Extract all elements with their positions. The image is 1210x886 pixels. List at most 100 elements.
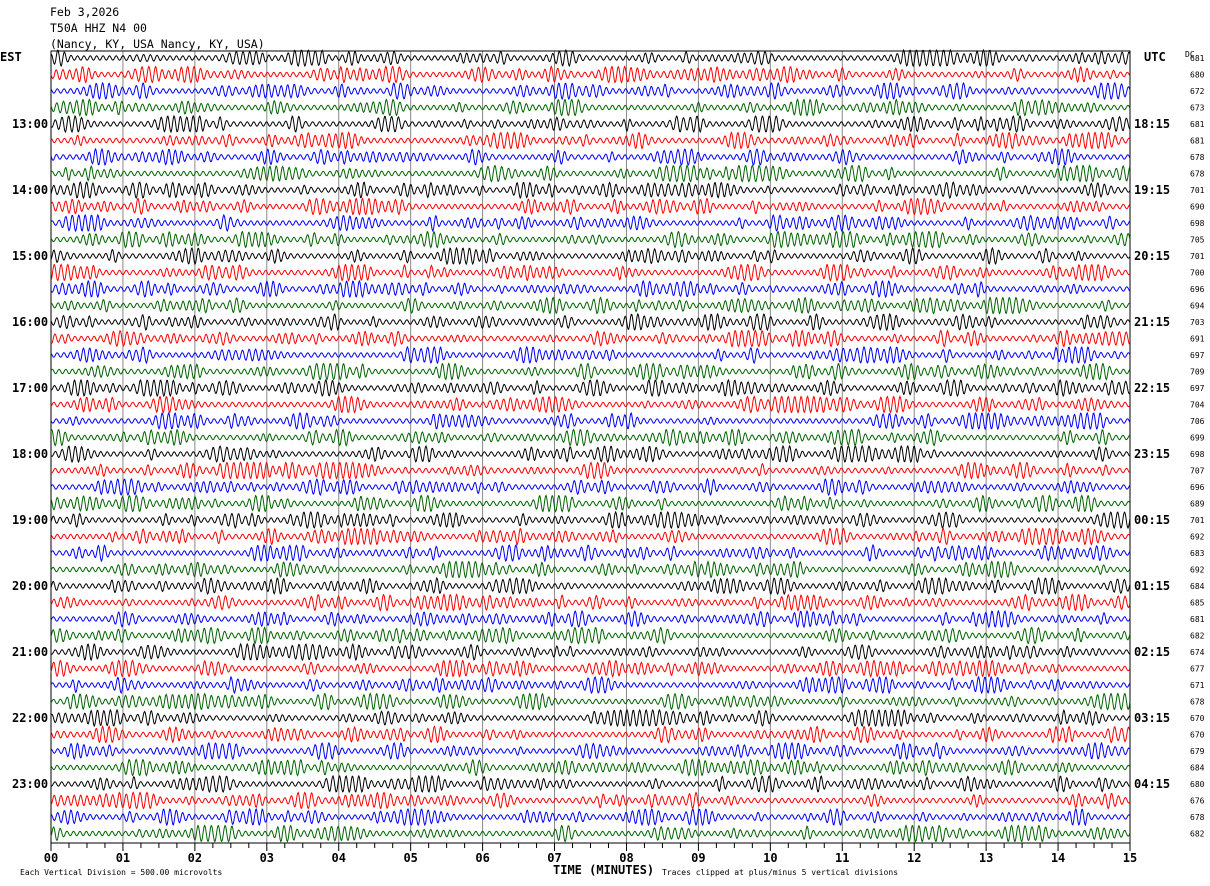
dc-value: 679 <box>1190 747 1205 756</box>
seismic-trace <box>50 741 1131 761</box>
scale-note: Each Vertical Division = 500.00 microvol… <box>20 868 222 877</box>
seismic-trace <box>50 477 1131 497</box>
clip-note: Traces clipped at plus/minus 5 vertical … <box>662 868 898 877</box>
dc-value: 676 <box>1190 797 1205 806</box>
dc-value: 682 <box>1190 632 1205 641</box>
seismic-trace <box>50 692 1131 711</box>
seismic-trace <box>50 675 1131 695</box>
dc-value: 694 <box>1190 302 1205 311</box>
seismic-trace <box>50 213 1131 233</box>
est-hour-label: 23:00 <box>12 777 48 791</box>
dc-value: 698 <box>1190 450 1205 459</box>
est-hour-label: 13:00 <box>12 117 48 131</box>
dc-value: 683 <box>1190 549 1205 558</box>
seismic-trace <box>50 461 1131 480</box>
seismic-trace <box>50 444 1131 464</box>
utc-hour-label: 21:15 <box>1134 315 1170 329</box>
utc-hour-label: 22:15 <box>1134 381 1170 395</box>
dc-value: 678 <box>1190 153 1205 162</box>
seismic-trace <box>50 246 1131 266</box>
dc-value: 706 <box>1190 417 1205 426</box>
dc-value: 698 <box>1190 219 1205 228</box>
seismic-trace <box>50 164 1131 183</box>
x-tick-label: 14 <box>1051 851 1065 865</box>
dc-value: 671 <box>1190 681 1205 690</box>
seismic-trace <box>50 807 1131 827</box>
seismic-trace <box>50 428 1131 447</box>
utc-axis-label: UTC <box>1144 50 1166 64</box>
dc-value: 701 <box>1190 186 1205 195</box>
dc-value: 696 <box>1190 483 1205 492</box>
seismic-trace <box>50 659 1131 678</box>
est-hour-label: 20:00 <box>12 579 48 593</box>
x-tick-label: 10 <box>763 851 777 865</box>
dc-value: 705 <box>1190 236 1205 245</box>
dc-value: 684 <box>1190 764 1205 773</box>
x-tick-label: 00 <box>44 851 58 865</box>
x-tick-label: 09 <box>691 851 705 865</box>
dc-value: 670 <box>1190 714 1205 723</box>
utc-hour-label: 03:15 <box>1134 711 1170 725</box>
utc-hour-label: 02:15 <box>1134 645 1170 659</box>
seismic-trace <box>50 411 1131 431</box>
seismic-trace <box>50 147 1131 167</box>
seismic-trace <box>50 543 1131 563</box>
x-tick-label: 04 <box>332 851 346 865</box>
seismic-trace <box>50 345 1131 365</box>
x-axis-title: TIME (MINUTES) <box>553 863 654 877</box>
seismic-trace <box>50 725 1131 744</box>
seismic-trace <box>50 362 1131 381</box>
dc-value: 673 <box>1190 104 1205 113</box>
utc-hour-label: 04:15 <box>1134 777 1170 791</box>
utc-hour-label: 23:15 <box>1134 447 1170 461</box>
seismic-trace <box>50 774 1130 794</box>
seismic-trace <box>50 65 1131 84</box>
dc-value: 692 <box>1190 566 1205 575</box>
x-tick-label: 06 <box>475 851 489 865</box>
dc-value: 697 <box>1190 384 1205 393</box>
est-hour-label: 21:00 <box>12 645 48 659</box>
seismic-trace <box>50 131 1131 150</box>
dc-value: 703 <box>1190 318 1205 327</box>
seismic-trace <box>50 593 1131 612</box>
seismic-trace <box>50 312 1131 332</box>
seismic-trace <box>50 81 1131 101</box>
est-hour-label: 14:00 <box>12 183 48 197</box>
seismic-trace <box>50 329 1130 348</box>
dc-value: 677 <box>1190 665 1205 674</box>
seismic-trace <box>50 791 1131 810</box>
seismic-trace <box>50 378 1131 398</box>
utc-hour-label: 19:15 <box>1134 183 1170 197</box>
utc-hour-label: 20:15 <box>1134 249 1170 263</box>
seismic-trace <box>50 48 1131 68</box>
dc-value: 707 <box>1190 467 1205 476</box>
est-hour-label: 16:00 <box>12 315 48 329</box>
seismic-trace <box>50 98 1131 117</box>
dc-value: 678 <box>1190 698 1205 707</box>
x-tick-label: 01 <box>116 851 130 865</box>
dc-value: 700 <box>1190 269 1205 278</box>
dc-value: 692 <box>1190 533 1205 542</box>
dc-value: 681 <box>1190 615 1205 624</box>
dc-value: 701 <box>1190 516 1205 525</box>
dc-value: 678 <box>1190 813 1205 822</box>
dc-value: 682 <box>1190 830 1205 839</box>
est-hour-label: 17:00 <box>12 381 48 395</box>
est-hour-label: 19:00 <box>12 513 48 527</box>
dc-value: 672 <box>1190 87 1205 96</box>
dc-value: 704 <box>1190 401 1205 410</box>
x-tick-label: 15 <box>1123 851 1137 865</box>
dc-value: 691 <box>1190 335 1205 344</box>
seismic-trace <box>50 114 1131 134</box>
x-tick-label: 11 <box>835 851 849 865</box>
seismic-trace <box>50 708 1131 728</box>
seismic-trace <box>50 181 1131 200</box>
dc-value: 685 <box>1190 599 1205 608</box>
seismic-trace <box>50 510 1131 530</box>
seismic-trace <box>50 230 1131 249</box>
dc-value: 696 <box>1190 285 1205 294</box>
dc-value: 690 <box>1190 203 1205 212</box>
seismic-trace <box>50 576 1131 596</box>
seismic-trace <box>50 642 1131 662</box>
dc-value: 697 <box>1190 351 1205 360</box>
